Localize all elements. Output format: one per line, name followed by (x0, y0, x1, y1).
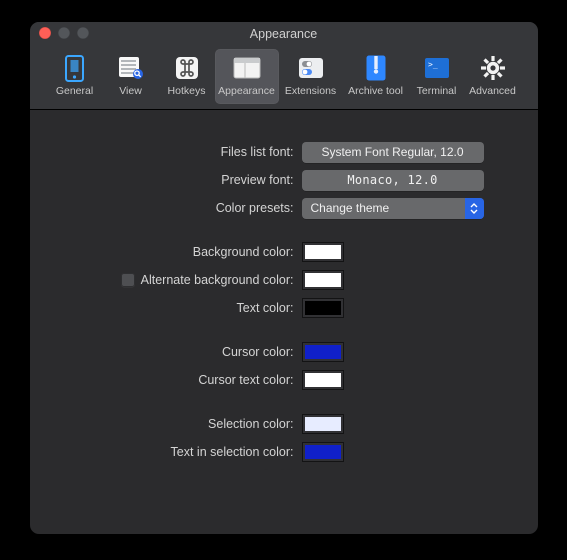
tab-appearance[interactable]: Appearance (215, 49, 279, 104)
zoom-window-button[interactable] (77, 27, 89, 39)
text-color-well[interactable] (302, 298, 344, 318)
window-title: Appearance (250, 27, 317, 41)
background-color-label: Background color: (54, 245, 302, 259)
window-controls (39, 27, 89, 39)
tab-extensions[interactable]: Extensions (279, 49, 343, 104)
tab-label: Extensions (285, 85, 336, 97)
swatch-inner (305, 245, 341, 259)
tab-label: General (56, 85, 93, 97)
preview-font-label: Preview font: (54, 173, 302, 187)
tab-label: Hotkeys (168, 85, 206, 97)
cursor-color-label: Cursor color: (54, 345, 302, 359)
color-presets-value: Change theme (311, 201, 390, 215)
tab-label: Advanced (469, 85, 516, 97)
chevron-up-down-icon (465, 198, 484, 219)
appearance-pane: Files list font: System Font Regular, 12… (30, 110, 538, 466)
swatch-inner (305, 273, 341, 287)
close-window-button[interactable] (39, 27, 51, 39)
cursor-text-color-well[interactable] (302, 370, 344, 390)
alternate-background-color-label: Alternate background color: (54, 273, 302, 287)
view-icon (117, 55, 145, 81)
tab-label: Archive tool (348, 85, 403, 97)
tab-label: Appearance (218, 85, 275, 97)
background-color-well[interactable] (302, 242, 344, 262)
swatch-inner (305, 301, 341, 315)
gear-icon (479, 55, 507, 81)
color-presets-select[interactable]: Change theme (302, 198, 484, 219)
text-color-label: Text color: (54, 301, 302, 315)
preferences-window: Appearance General (30, 22, 538, 534)
tab-terminal[interactable]: >_ Terminal (409, 49, 465, 104)
titlebar: Appearance (30, 22, 538, 45)
files-list-font-label: Files list font: (54, 145, 302, 159)
swatch-inner (305, 373, 341, 387)
tab-general[interactable]: General (47, 49, 103, 104)
extensions-icon (297, 55, 325, 81)
preferences-toolbar: General View (30, 45, 538, 110)
minimize-window-button[interactable] (58, 27, 70, 39)
tab-view[interactable]: View (103, 49, 159, 104)
cursor-text-color-label: Cursor text color: (54, 373, 302, 387)
appearance-icon (233, 55, 261, 81)
svg-text:>_: >_ (428, 60, 438, 69)
tab-label: Terminal (417, 85, 457, 97)
terminal-icon: >_ (423, 55, 451, 81)
text-in-selection-color-label: Text in selection color: (54, 445, 302, 459)
cursor-color-well[interactable] (302, 342, 344, 362)
selection-color-label: Selection color: (54, 417, 302, 431)
tab-hotkeys[interactable]: Hotkeys (159, 49, 215, 104)
color-presets-label: Color presets: (54, 201, 302, 215)
swatch-inner (305, 345, 341, 359)
alternate-background-label-text: Alternate background color: (141, 273, 294, 287)
alternate-background-checkbox[interactable] (121, 273, 135, 287)
swatch-inner (305, 417, 341, 431)
preview-font-button[interactable]: Monaco, 12.0 (302, 170, 484, 191)
tab-advanced[interactable]: Advanced (465, 49, 521, 104)
archive-tool-icon (362, 55, 390, 81)
swatch-inner (305, 445, 341, 459)
alternate-background-color-well[interactable] (302, 270, 344, 290)
text-in-selection-color-well[interactable] (302, 442, 344, 462)
files-list-font-button[interactable]: System Font Regular, 12.0 (302, 142, 484, 163)
tab-archive-tool[interactable]: Archive tool (343, 49, 409, 104)
selection-color-well[interactable] (302, 414, 344, 434)
hotkeys-icon (173, 55, 201, 81)
general-icon (61, 55, 89, 81)
tab-label: View (119, 85, 142, 97)
